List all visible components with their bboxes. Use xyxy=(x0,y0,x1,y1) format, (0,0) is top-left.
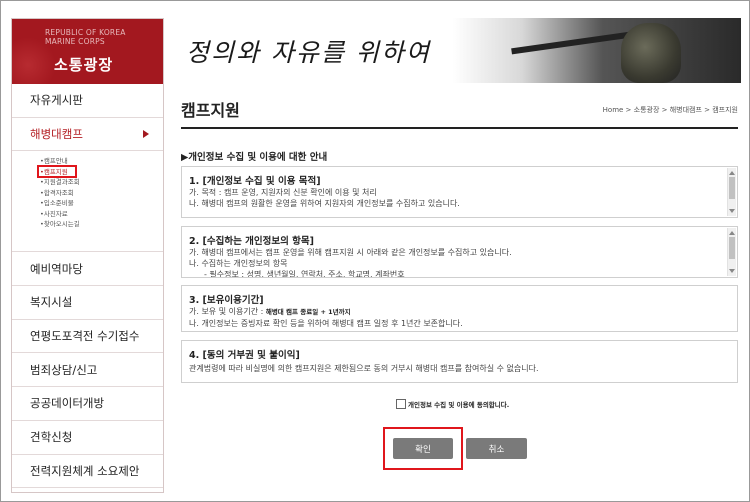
brand-english: REPUBLIC OF KOREA MARINE CORPS xyxy=(45,28,126,46)
title-divider xyxy=(181,127,738,129)
highlight-box xyxy=(37,165,77,179)
confirm-button[interactable]: 확인 xyxy=(393,438,453,459)
notice-heading: ▶개인정보 수집 및 이용에 대한 안내 xyxy=(181,152,328,163)
sidebar-item-label: 공공데이터개방 xyxy=(30,396,105,411)
scrollbar[interactable] xyxy=(727,168,736,216)
sidebar-item-label: 범죄상담/신고 xyxy=(30,362,98,377)
sidebar-item-crime-report[interactable]: 범죄상담/신고 xyxy=(12,353,163,388)
submenu-item-supplies[interactable]: •입소준비물 xyxy=(40,198,163,209)
section-line: 가. 목적 : 캠프 운영, 지원자의 신분 확인에 이용 및 처리 xyxy=(189,188,377,197)
section-line: - 필수정보 : 성명, 생년월일, 연락처, 주소, 학교명, 계좌번호 xyxy=(204,270,405,278)
brand-english-line1: REPUBLIC OF KOREA xyxy=(45,28,126,37)
scroll-up-icon[interactable] xyxy=(729,231,735,235)
submenu-item-photos[interactable]: •사진자료 xyxy=(40,209,163,220)
scroll-down-icon[interactable] xyxy=(729,209,735,213)
section-items: 2. [수집하는 개인정보의 항목] 가. 해병대 캠프에서는 캠프 운영을 위… xyxy=(181,226,738,278)
sidebar-item-label: 해병대캠프 xyxy=(30,127,83,142)
section-line: 나. 수집하는 개인정보의 항목 xyxy=(189,259,288,268)
arrow-right-icon xyxy=(143,129,149,138)
agree-row: 개인정보 수집 및 이용에 동의합니다. xyxy=(396,399,509,409)
sidebar-item-label: 견학신청 xyxy=(30,430,73,445)
submenu-item-passed[interactable]: •합격자조회 xyxy=(40,188,163,199)
sidebar-item-marine-camp[interactable]: 해병대캠프 xyxy=(12,118,163,152)
section-line: 나. 해병대 캠프의 원활한 운영을 위하여 지원자의 개인정보를 수집하고 있… xyxy=(189,199,460,208)
section-refusal: 4. [동의 거부권 및 불이익] 관계법령에 따라 비실명에 의한 캠프지원은… xyxy=(181,340,738,383)
section-line: 나. 개인정보는 증빙자료 확인 등을 위하여 해병대 캠프 일정 후 1년간 … xyxy=(189,319,463,328)
sidebar-item-label: 전력지원체계 소요제안 xyxy=(30,463,140,478)
submenu-item-directions[interactable]: •찾아오시는길 xyxy=(40,219,163,230)
retention-period: 해병대 캠프 종료일 + 1년까지 xyxy=(265,308,351,316)
sidebar-item-label: 복지시설 xyxy=(30,295,73,310)
soldier-head-shape xyxy=(621,23,681,83)
page-frame: REPUBLIC OF KOREA MARINE CORPS 소통광장 자유게시… xyxy=(0,0,750,502)
sidebar-item-label: 예비역마당 xyxy=(30,261,83,276)
agree-checkbox[interactable] xyxy=(396,399,406,409)
section-line: 관계법령에 따라 비실명에 의한 캠프지원은 제한됨으로 동의 거부시 해병대 … xyxy=(189,364,539,373)
sidebar-item-veterans[interactable]: 예비역마당 xyxy=(12,252,163,287)
brand-english-line2: MARINE CORPS xyxy=(45,37,105,46)
top-banner: 정의와 자유를 위하여 xyxy=(164,18,741,83)
sidebar-item-tour[interactable]: 견학신청 xyxy=(12,421,163,455)
breadcrumb: Home > 소통광장 > 해병대캠프 > 캠프지원 xyxy=(602,106,738,114)
sidebar-item-public-data[interactable]: 공공데이터개방 xyxy=(12,387,163,421)
scrollbar[interactable] xyxy=(727,228,736,276)
section-purpose: 1. [개인정보 수집 및 이용 목적] 가. 목적 : 캠프 운영, 지원자의… xyxy=(181,166,738,218)
scroll-thumb[interactable] xyxy=(729,177,735,199)
section-line: 가. 보유 및 이용기간 : 해병대 캠프 종료일 + 1년까지 xyxy=(182,306,737,318)
camp-submenu: •캠프안내 •캠프지원 •지원결과조회 •합격자조회 •입소준비물 •사진자료 … xyxy=(12,151,163,253)
scroll-thumb[interactable] xyxy=(729,237,735,259)
sidebar-item-yeonpyeong[interactable]: 연평도포격전 수기접수 xyxy=(12,320,163,354)
cancel-button[interactable]: 취소 xyxy=(466,438,527,459)
retention-prefix: 가. 보유 및 이용기간 : xyxy=(189,307,266,316)
submenu-item-result[interactable]: •지원결과조회 xyxy=(40,177,163,188)
brand-header: REPUBLIC OF KOREA MARINE CORPS 소통광장 xyxy=(12,19,163,84)
sidebar-item-welfare[interactable]: 복지시설 xyxy=(12,286,163,320)
soldier-image xyxy=(511,18,701,83)
section-heading: 3. [보유이용기간] xyxy=(189,295,264,306)
agree-label[interactable]: 개인정보 수집 및 이용에 동의합니다. xyxy=(408,399,509,409)
section-retention: 3. [보유이용기간] 가. 보유 및 이용기간 : 해병대 캠프 종료일 + … xyxy=(181,285,738,332)
scroll-up-icon[interactable] xyxy=(729,171,735,175)
sidebar: REPUBLIC OF KOREA MARINE CORPS 소통광장 자유게시… xyxy=(11,18,164,493)
scroll-down-icon[interactable] xyxy=(729,269,735,273)
rifle-shape xyxy=(511,31,631,55)
section-heading: 4. [동의 거부권 및 불이익] xyxy=(189,350,300,361)
banner-slogan: 정의와 자유를 위하여 xyxy=(186,38,431,67)
section-heading: 2. [수집하는 개인정보의 항목] xyxy=(189,236,314,247)
brand-title: 소통광장 xyxy=(54,56,114,74)
sidebar-item-label: 연평도포격전 수기접수 xyxy=(30,329,140,344)
sidebar-item-free-board[interactable]: 자유게시판 xyxy=(12,84,163,118)
page-title: 캠프지원 xyxy=(181,101,240,120)
section-line: 가. 해병대 캠프에서는 캠프 운영을 위해 캠프지원 시 아래와 같은 개인정… xyxy=(189,248,512,257)
section-heading: 1. [개인정보 수집 및 이용 목적] xyxy=(189,176,321,187)
sidebar-item-proposal[interactable]: 전력지원체계 소요제안 xyxy=(12,455,163,489)
sidebar-item-label: 자유게시판 xyxy=(30,93,83,108)
